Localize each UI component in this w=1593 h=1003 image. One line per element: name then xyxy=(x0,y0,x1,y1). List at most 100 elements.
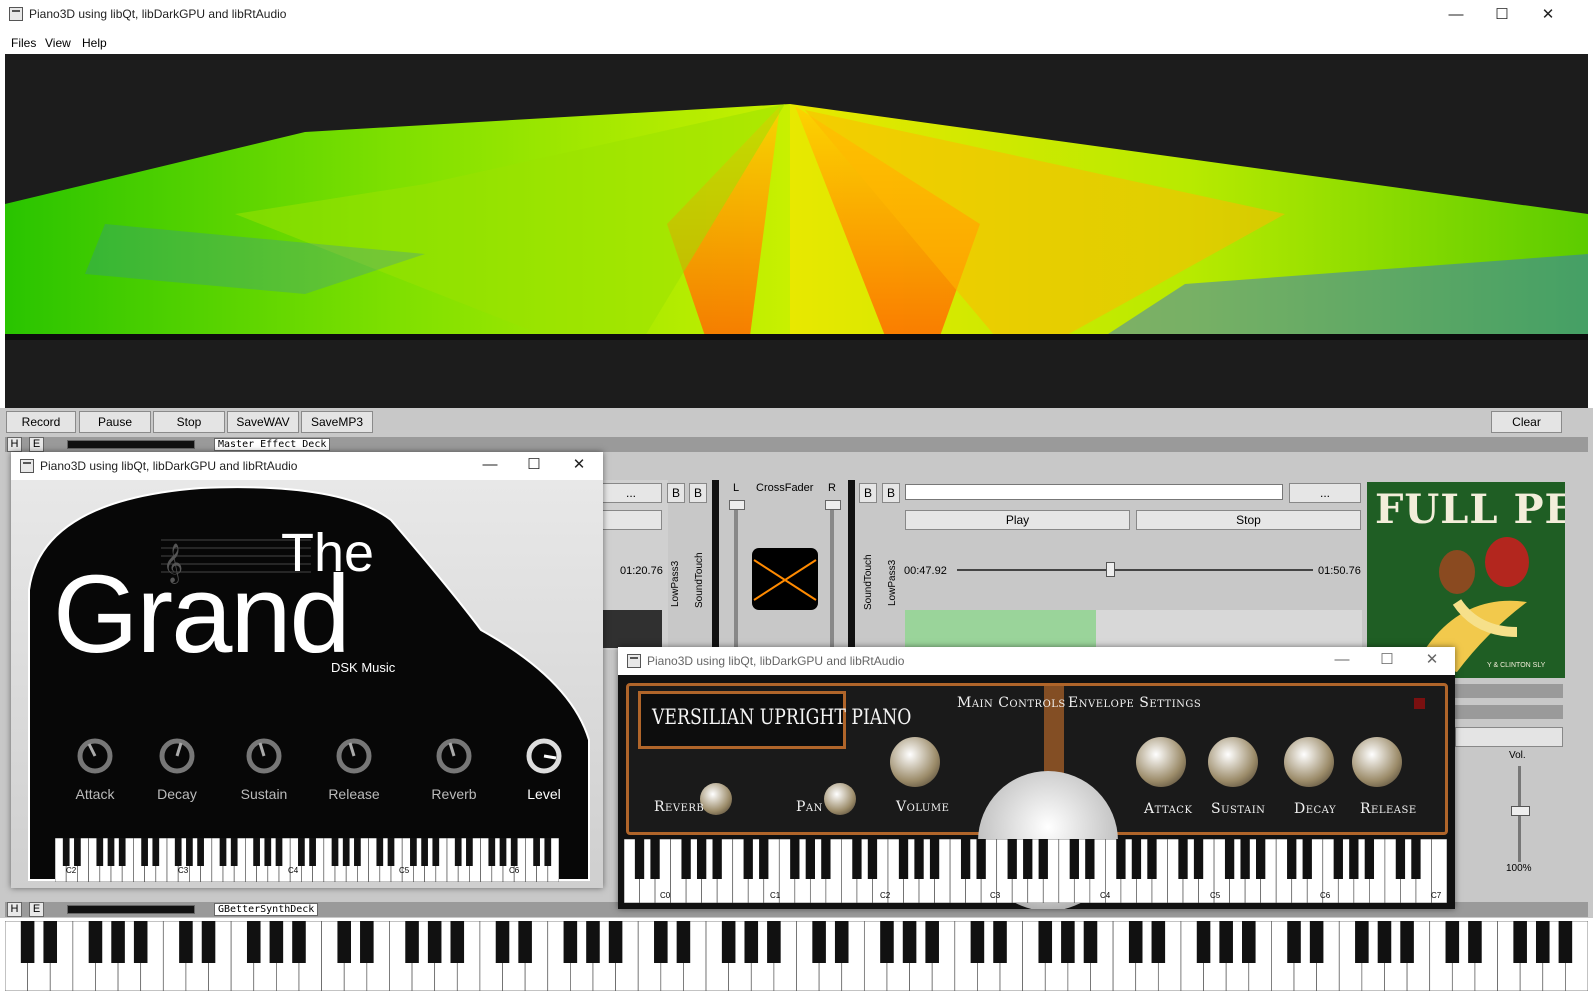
black-key xyxy=(1333,839,1343,879)
versilian-reverb-label: Reverb xyxy=(654,799,705,815)
record-button[interactable]: Record xyxy=(6,411,76,433)
volume-handle[interactable] xyxy=(1511,806,1530,816)
decay-knob[interactable] xyxy=(137,736,217,779)
black-key xyxy=(246,921,261,963)
envelope-settings-heading: Envelope Settings xyxy=(1068,695,1202,711)
black-key xyxy=(1193,839,1204,879)
deck-edit-toggle[interactable]: E xyxy=(29,437,44,452)
left-b1-button[interactable]: B xyxy=(667,483,685,503)
black-key xyxy=(405,921,419,963)
versilian-attack-label: Attack xyxy=(1144,801,1193,817)
app-icon xyxy=(9,7,23,21)
left-b2-button[interactable]: B xyxy=(689,483,707,503)
left-effect-lowpass[interactable]: LowPass3 xyxy=(670,552,681,607)
menu-files[interactable]: Files xyxy=(11,36,36,50)
right-more-button[interactable]: ... xyxy=(1289,483,1361,503)
right-file-input[interactable] xyxy=(905,484,1283,500)
synth-deck-edit-toggle[interactable]: E xyxy=(29,902,44,917)
black-key xyxy=(852,839,862,879)
versilian-volume-label: Volume xyxy=(896,799,950,815)
black-key xyxy=(387,838,395,866)
right-seek-handle[interactable] xyxy=(1106,562,1116,577)
right-gain-slider[interactable] xyxy=(830,500,834,648)
black-key xyxy=(88,921,103,963)
main-keyboard-keys xyxy=(4,920,1589,992)
pan-knob[interactable] xyxy=(824,783,856,815)
black-key xyxy=(1061,921,1075,963)
grand-minimize-button[interactable]: — xyxy=(467,452,513,479)
main-piano-keyboard[interactable] xyxy=(4,920,1589,992)
synth-deck-hide-toggle[interactable]: H xyxy=(7,902,22,917)
black-key xyxy=(1287,921,1301,963)
savemp3-button[interactable]: SaveMP3 xyxy=(301,411,373,433)
versilian-maximize-button[interactable]: ☐ xyxy=(1364,647,1410,674)
decay-knob-v[interactable] xyxy=(1284,737,1334,787)
sustain-knob[interactable] xyxy=(224,736,304,779)
left-more-button[interactable]: ... xyxy=(600,483,662,503)
release-knob[interactable] xyxy=(314,736,394,779)
black-key xyxy=(118,838,126,866)
black-key xyxy=(1131,839,1142,879)
versilian-close-button[interactable]: ✕ xyxy=(1409,647,1455,674)
attack-knob-v[interactable] xyxy=(1136,737,1186,787)
stop-button[interactable]: Stop xyxy=(153,411,225,433)
grand-close-button[interactable]: ✕ xyxy=(556,452,602,479)
menu-view[interactable]: View xyxy=(45,36,71,50)
savewav-button[interactable]: SaveWAV xyxy=(227,411,299,433)
right-gain-handle[interactable] xyxy=(825,500,841,510)
black-key xyxy=(1083,921,1098,963)
black-key xyxy=(1085,839,1095,879)
crossfader-curve-display[interactable] xyxy=(752,548,818,610)
left-effect-soundtouch[interactable]: SoundTouch xyxy=(694,548,705,608)
clear-button[interactable]: Clear xyxy=(1491,411,1562,433)
right-b2-button[interactable]: B xyxy=(882,483,900,503)
left-gain-handle[interactable] xyxy=(729,500,745,510)
maximize-button[interactable]: ☐ xyxy=(1479,0,1525,30)
versilian-minimize-button[interactable]: — xyxy=(1319,647,1365,674)
left-waveform[interactable] xyxy=(600,610,662,648)
black-key xyxy=(43,921,58,963)
deck-field[interactable] xyxy=(1455,727,1563,747)
versilian-sustain-label: Sustain xyxy=(1211,801,1266,817)
release-knob-v[interactable] xyxy=(1352,737,1402,787)
versilian-decay-label: Decay xyxy=(1294,801,1337,817)
right-stop-button[interactable]: Stop xyxy=(1136,510,1361,530)
right-play-button[interactable]: Play xyxy=(905,510,1130,530)
minimize-button[interactable]: — xyxy=(1433,0,1479,30)
right-effect-lowpass[interactable]: LowPass3 xyxy=(887,556,898,606)
reverb-knob-v[interactable] xyxy=(700,783,732,815)
black-key xyxy=(342,838,350,866)
left-stop-button[interactable] xyxy=(600,510,662,530)
crossfader-label: CrossFader xyxy=(756,482,814,494)
grand-octave-c4: C4 xyxy=(288,866,299,875)
grand-keyboard[interactable] xyxy=(54,837,560,883)
sustain-knob-v[interactable] xyxy=(1208,737,1258,787)
black-key xyxy=(432,838,440,866)
left-gain-slider[interactable] xyxy=(734,500,738,648)
reverb-knob[interactable] xyxy=(414,736,494,779)
black-key xyxy=(111,921,125,963)
level-knob[interactable] xyxy=(504,736,584,779)
black-key xyxy=(805,839,815,879)
black-key xyxy=(1178,839,1188,879)
right-seek-slider[interactable] xyxy=(957,569,1313,571)
black-key xyxy=(253,838,260,866)
volume-knob[interactable] xyxy=(890,737,940,787)
menu-help[interactable]: Help xyxy=(82,36,107,50)
pause-button[interactable]: Pause xyxy=(79,411,151,433)
right-waveform[interactable] xyxy=(905,610,1362,648)
right-b1-button[interactable]: B xyxy=(859,483,877,503)
black-key xyxy=(834,921,849,963)
black-key xyxy=(410,838,417,866)
spectrum-3d-viewport[interactable] xyxy=(5,54,1588,408)
close-button[interactable]: ✕ xyxy=(1525,0,1571,30)
attack-knob[interactable] xyxy=(55,736,135,779)
deck-hide-toggle[interactable]: H xyxy=(7,437,22,452)
grand-maximize-button[interactable]: ☐ xyxy=(511,452,557,479)
black-key xyxy=(1128,921,1143,963)
decay-label: Decay xyxy=(157,786,197,802)
reverb-label: Reverb xyxy=(431,786,477,802)
black-key xyxy=(1400,921,1414,963)
vers-octave-c3: C3 xyxy=(990,891,1001,900)
right-effect-soundtouch[interactable]: SoundTouch xyxy=(863,552,874,610)
